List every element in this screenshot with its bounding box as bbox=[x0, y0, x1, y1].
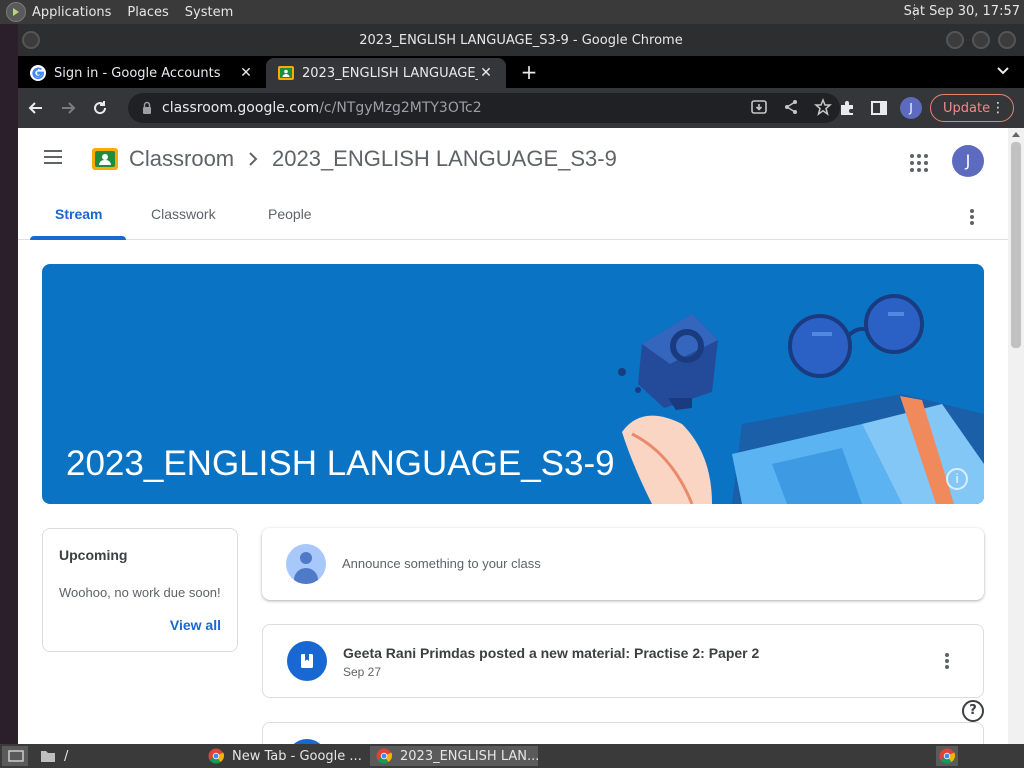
browser-toolbar: classroom.google.com/c/NTgyMzg2MTY3OTc2 … bbox=[18, 88, 1024, 128]
banner-title: 2023_ENGLISH LANGUAGE_S3-9 bbox=[66, 444, 615, 483]
os-logo-icon[interactable] bbox=[6, 2, 26, 22]
tab-classroom[interactable]: 2023_ENGLISH LANGUAGE_S3-9 ✕ bbox=[266, 58, 506, 88]
tab-label: Sign in - Google Accounts bbox=[54, 65, 221, 81]
close-tab-icon[interactable]: ✕ bbox=[238, 65, 254, 81]
chevron-right-icon bbox=[249, 152, 258, 166]
tab-search-icon[interactable] bbox=[996, 64, 1010, 78]
upcoming-title: Upcoming bbox=[59, 547, 128, 563]
desktop-icon bbox=[8, 750, 24, 762]
url-host: classroom.google.com bbox=[162, 100, 320, 116]
side-panel-icon[interactable] bbox=[870, 99, 888, 117]
tab-sign-in[interactable]: Sign in - Google Accounts ✕ bbox=[18, 58, 266, 88]
chrome-icon bbox=[208, 748, 224, 764]
classroom-logo-icon[interactable] bbox=[92, 148, 118, 170]
bookmark-star-icon[interactable] bbox=[814, 98, 832, 116]
classroom-brand[interactable]: Classroom bbox=[129, 146, 234, 172]
post-more-icon[interactable] bbox=[945, 653, 949, 669]
os-menu-system[interactable]: System bbox=[185, 5, 233, 20]
window-menu-icon[interactable] bbox=[22, 31, 40, 49]
profile-avatar[interactable]: J bbox=[900, 97, 922, 119]
update-button[interactable]: Update ⋮ bbox=[930, 94, 1014, 122]
stream-post[interactable] bbox=[262, 722, 984, 744]
taskbar-label: / bbox=[64, 748, 69, 764]
folder-icon bbox=[41, 751, 55, 762]
scrollbar-thumb[interactable] bbox=[1011, 142, 1021, 348]
upcoming-card: Upcoming Woohoo, no work due soon! View … bbox=[42, 528, 238, 652]
stream-post[interactable]: Geeta Rani Primdas posted a new material… bbox=[262, 624, 984, 698]
os-menu-places[interactable]: Places bbox=[127, 5, 168, 20]
reload-button[interactable] bbox=[86, 94, 114, 122]
user-avatar[interactable]: J bbox=[952, 145, 984, 177]
active-tab-indicator bbox=[30, 236, 126, 240]
desktop-background bbox=[0, 24, 18, 744]
course-tabs: Stream Classwork People bbox=[18, 192, 1008, 240]
announce-placeholder: Announce something to your class bbox=[342, 556, 541, 571]
os-clock[interactable]: Sat Sep 30, 17:57 bbox=[904, 4, 1020, 19]
url-path: /c/NTgyMzg2MTY3OTc2 bbox=[319, 100, 482, 116]
scroll-up-icon[interactable] bbox=[1012, 132, 1020, 137]
classroom-page: Classroom 2023_ENGLISH LANGUAGE_S3-9 J S… bbox=[18, 128, 1008, 744]
main-menu-icon[interactable] bbox=[44, 150, 64, 166]
os-top-panel: Applications Places System Sat Sep 30, 1… bbox=[0, 0, 1024, 24]
tab-people[interactable]: People bbox=[268, 206, 312, 222]
window-title: 2023_ENGLISH LANGUAGE_S3-9 - Google Chro… bbox=[359, 32, 683, 48]
back-arrow-icon bbox=[28, 102, 42, 114]
announce-box[interactable]: Announce something to your class bbox=[262, 528, 984, 600]
material-bookmark-icon bbox=[287, 641, 327, 681]
tab-label: 2023_ENGLISH LANGUAGE_S3-9 bbox=[302, 65, 478, 81]
maximize-icon[interactable] bbox=[972, 31, 990, 49]
tab-classwork[interactable]: Classwork bbox=[151, 206, 216, 222]
chrome-icon bbox=[376, 748, 392, 764]
site-info-icon[interactable] bbox=[140, 101, 154, 115]
tab-strip: Sign in - Google Accounts ✕ 2023_ENGLISH… bbox=[18, 56, 1024, 88]
tray-chrome-icon[interactable] bbox=[936, 746, 958, 766]
taskbar-label: New Tab - Google ... bbox=[232, 748, 362, 764]
taskbar-label: 2023_ENGLISH LAN... bbox=[400, 748, 538, 764]
window-titlebar[interactable]: 2023_ENGLISH LANGUAGE_S3-9 - Google Chro… bbox=[18, 24, 1024, 56]
new-tab-button[interactable]: + bbox=[518, 60, 540, 84]
update-label: Update bbox=[943, 100, 991, 116]
browser-window: 2023_ENGLISH LANGUAGE_S3-9 - Google Chro… bbox=[18, 24, 1024, 744]
classroom-header: Classroom 2023_ENGLISH LANGUAGE_S3-9 J bbox=[18, 128, 1008, 192]
google-icon bbox=[30, 65, 46, 81]
share-icon[interactable] bbox=[782, 98, 800, 116]
upcoming-text: Woohoo, no work due soon! bbox=[59, 585, 221, 600]
post-date: Sep 27 bbox=[343, 665, 382, 679]
reload-icon bbox=[94, 101, 107, 115]
tab-stream[interactable]: Stream bbox=[55, 206, 102, 222]
more-options-icon[interactable] bbox=[970, 209, 974, 225]
class-info-icon[interactable]: i bbox=[946, 468, 968, 490]
view-all-link[interactable]: View all bbox=[170, 617, 221, 633]
classroom-icon bbox=[278, 66, 294, 80]
close-window-icon[interactable] bbox=[998, 31, 1016, 49]
install-app-icon[interactable] bbox=[750, 98, 768, 116]
os-menu-applications[interactable]: Applications bbox=[32, 5, 111, 20]
post-title[interactable]: Geeta Rani Primdas posted a new material… bbox=[343, 645, 759, 661]
taskbar-item-files[interactable]: / bbox=[34, 746, 198, 766]
close-tab-icon[interactable]: ✕ bbox=[478, 65, 494, 81]
address-bar[interactable]: classroom.google.com/c/NTgyMzg2MTY3OTc2 bbox=[128, 93, 840, 123]
taskbar-item-classroom[interactable]: 2023_ENGLISH LAN... bbox=[370, 746, 538, 766]
help-icon[interactable]: ? bbox=[962, 700, 984, 722]
back-button[interactable] bbox=[22, 94, 50, 122]
course-breadcrumb[interactable]: 2023_ENGLISH LANGUAGE_S3-9 bbox=[272, 146, 617, 172]
browser-menu-icon[interactable]: ⋮ bbox=[991, 100, 1005, 116]
os-taskbar: / New Tab - Google ... 2023_ENGLISH LAN.… bbox=[0, 744, 1024, 768]
page-scrollbar[interactable] bbox=[1008, 128, 1024, 744]
show-desktop-button[interactable] bbox=[2, 746, 28, 766]
taskbar-item-new-tab[interactable]: New Tab - Google ... bbox=[202, 746, 366, 766]
minimize-icon[interactable] bbox=[946, 31, 964, 49]
extensions-puzzle-icon[interactable] bbox=[838, 99, 856, 117]
avatar bbox=[286, 544, 326, 584]
course-banner: 2023_ENGLISH LANGUAGE_S3-9 i bbox=[42, 264, 984, 504]
forward-arrow-icon bbox=[62, 102, 76, 114]
google-apps-icon[interactable] bbox=[910, 154, 928, 172]
forward-button[interactable] bbox=[54, 94, 82, 122]
